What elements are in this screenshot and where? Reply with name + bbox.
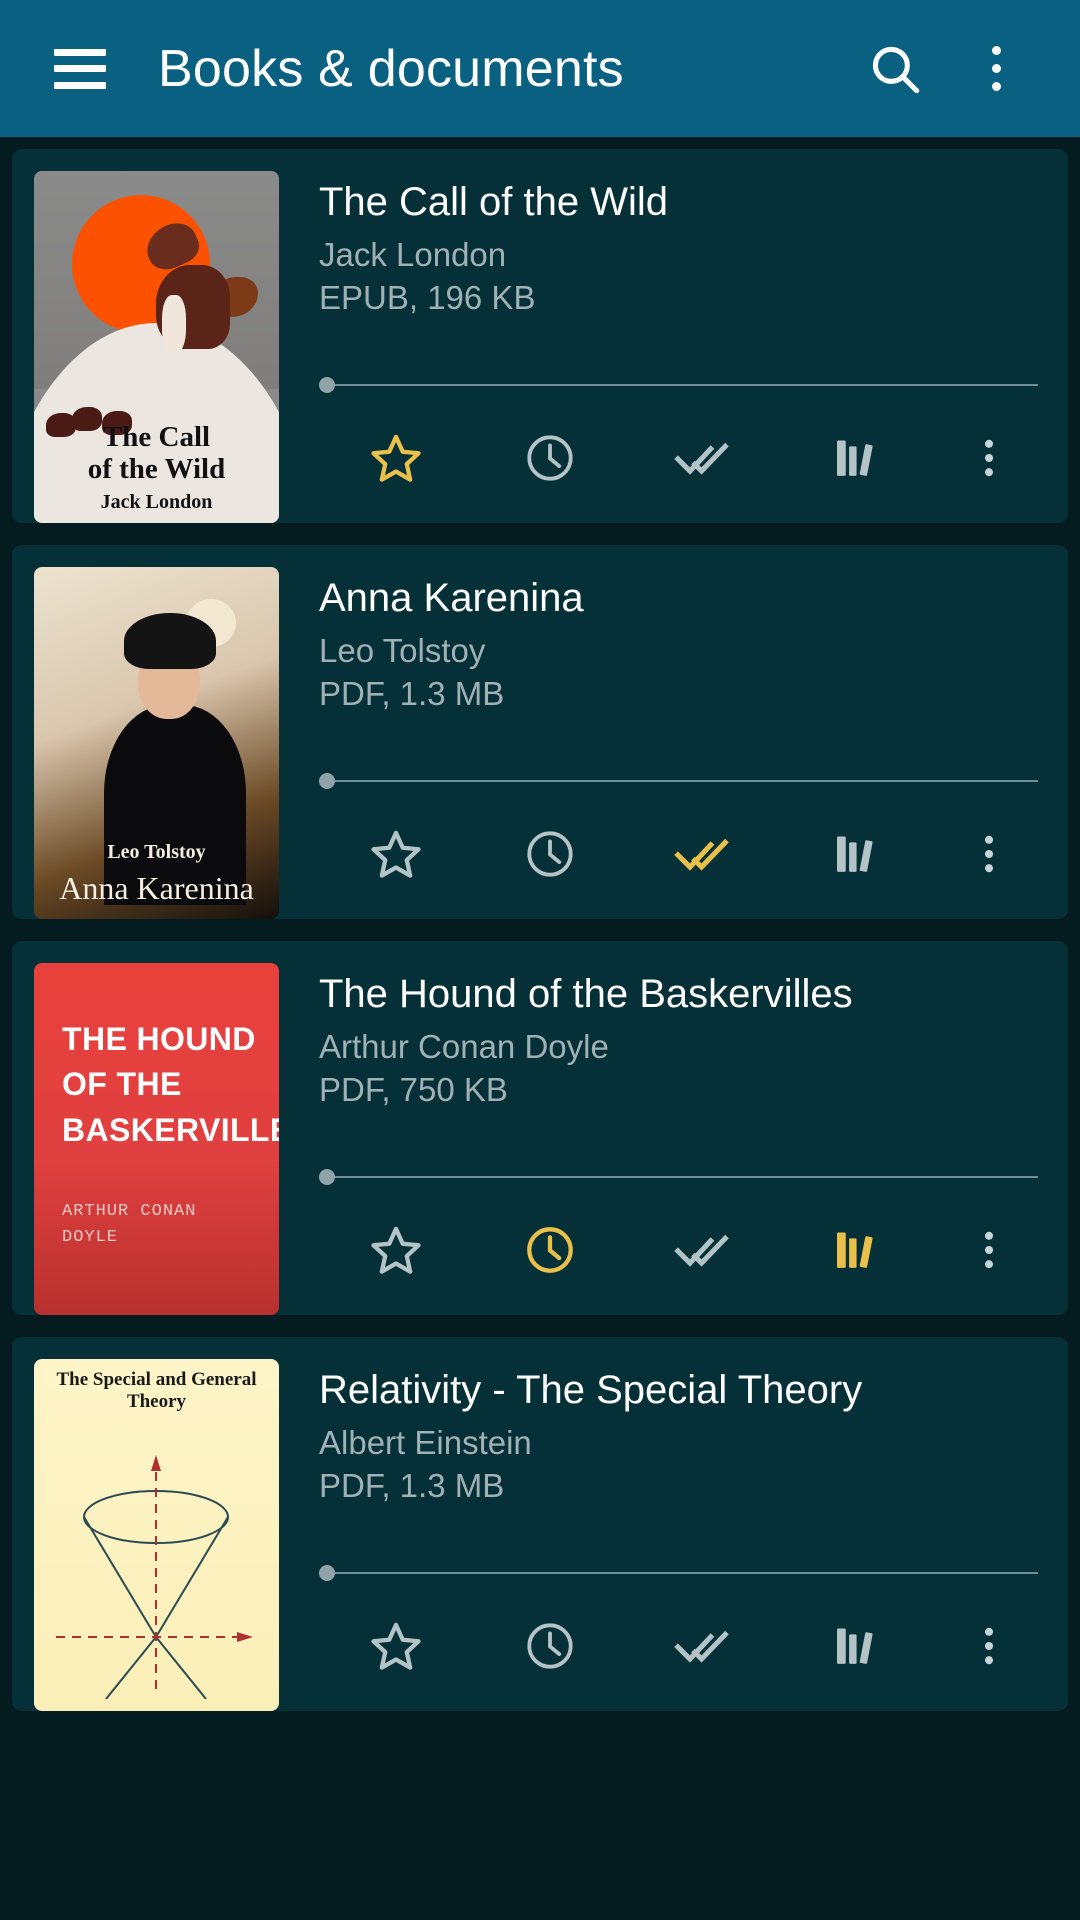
reading-progress-bar[interactable]	[319, 377, 1038, 393]
book-info: The Hound of the Baskervilles Arthur Con…	[279, 963, 1068, 1315]
book-card[interactable]: The Special and General Theory Relativit…	[12, 1337, 1068, 1711]
book-author: Leo Tolstoy	[319, 632, 486, 669]
read-button[interactable]	[627, 1607, 781, 1685]
book-info: Relativity - The Special Theory Albert E…	[279, 1359, 1068, 1711]
book-card[interactable]: Leo Tolstoy Anna Karenina Anna Karenina …	[12, 545, 1068, 919]
book-cover[interactable]: THE HOUND OF THE BASKERVILLES ARTHUR CON…	[34, 963, 279, 1315]
book-title: The Call of the Wild	[319, 180, 669, 224]
read-later-button[interactable]	[473, 1211, 627, 1289]
progress-wrapper	[319, 773, 1044, 789]
book-meta: PDF, 1.3 MB	[319, 1466, 505, 1504]
progress-wrapper	[319, 1169, 1044, 1185]
collections-button[interactable]	[780, 1211, 934, 1289]
book-title: Anna Karenina	[319, 576, 584, 620]
book-more-button[interactable]	[934, 1211, 1044, 1289]
favorite-button[interactable]	[319, 1211, 473, 1289]
read-button[interactable]	[627, 1211, 781, 1289]
book-title: The Hound of the Baskervilles	[319, 972, 853, 1016]
book-card[interactable]: THE HOUND OF THE BASKERVILLES ARTHUR CON…	[12, 941, 1068, 1315]
book-list: The Call of the Wild Jack London The Cal…	[0, 137, 1080, 1711]
book-cover[interactable]: Leo Tolstoy Anna Karenina	[34, 567, 279, 919]
page-title: Books & documents	[158, 39, 624, 98]
book-more-button[interactable]	[934, 1607, 1044, 1685]
book-author: Jack London	[319, 236, 507, 273]
read-later-button[interactable]	[473, 1607, 627, 1685]
book-actions	[319, 401, 1044, 523]
progress-wrapper	[319, 1565, 1044, 1581]
favorite-button[interactable]	[319, 815, 473, 893]
collections-button[interactable]	[780, 815, 934, 893]
book-more-button[interactable]	[934, 419, 1044, 497]
book-meta: PDF, 750 KB	[319, 1070, 508, 1108]
book-actions	[319, 1589, 1044, 1711]
book-cover[interactable]: The Special and General Theory	[34, 1359, 279, 1711]
collections-button[interactable]	[780, 1607, 934, 1685]
reading-progress-bar[interactable]	[319, 773, 1038, 789]
book-actions	[319, 1193, 1044, 1315]
search-icon[interactable]	[866, 40, 924, 98]
book-info: Anna Karenina Leo Tolstoy PDF, 1.3 MB	[279, 567, 1068, 919]
book-cover[interactable]: The Call of the Wild Jack London	[34, 171, 279, 523]
cover-author: Jack London	[100, 491, 213, 513]
reading-progress-bar[interactable]	[319, 1169, 1038, 1185]
collections-button[interactable]	[780, 419, 934, 497]
cover-author: Leo Tolstoy	[107, 841, 206, 863]
cover-title-line-1: The Call	[102, 421, 211, 454]
book-more-button[interactable]	[934, 815, 1044, 893]
reading-progress-bar[interactable]	[319, 1565, 1038, 1581]
app-bar: Books & documents	[0, 0, 1080, 137]
cover-title: THE HOUND OF THE BASKERVILLES	[62, 1021, 279, 1148]
book-title: Relativity - The Special Theory	[319, 1368, 863, 1412]
book-actions	[319, 797, 1044, 919]
cover-title: Anna Karenina	[59, 870, 254, 906]
book-meta: EPUB, 196 KB	[319, 278, 536, 316]
favorite-button[interactable]	[319, 1607, 473, 1685]
book-author: Albert Einstein	[319, 1424, 532, 1461]
cover-title-line-2: of the Wild	[87, 453, 226, 486]
kebab-menu-icon[interactable]	[974, 46, 1018, 91]
book-info: The Call of the Wild Jack London EPUB, 1…	[279, 171, 1068, 523]
app-bar-actions	[866, 40, 1046, 98]
book-card[interactable]: The Call of the Wild Jack London The Cal…	[12, 149, 1068, 523]
hamburger-menu-icon[interactable]	[54, 48, 106, 89]
cover-author: ARTHUR CONAN DOYLE	[62, 1202, 197, 1247]
read-button[interactable]	[627, 815, 781, 893]
favorite-button[interactable]	[319, 419, 473, 497]
book-meta: PDF, 1.3 MB	[319, 674, 505, 712]
book-author: Arthur Conan Doyle	[319, 1028, 609, 1065]
read-later-button[interactable]	[473, 419, 627, 497]
progress-wrapper	[319, 377, 1044, 393]
read-button[interactable]	[627, 419, 781, 497]
read-later-button[interactable]	[473, 815, 627, 893]
